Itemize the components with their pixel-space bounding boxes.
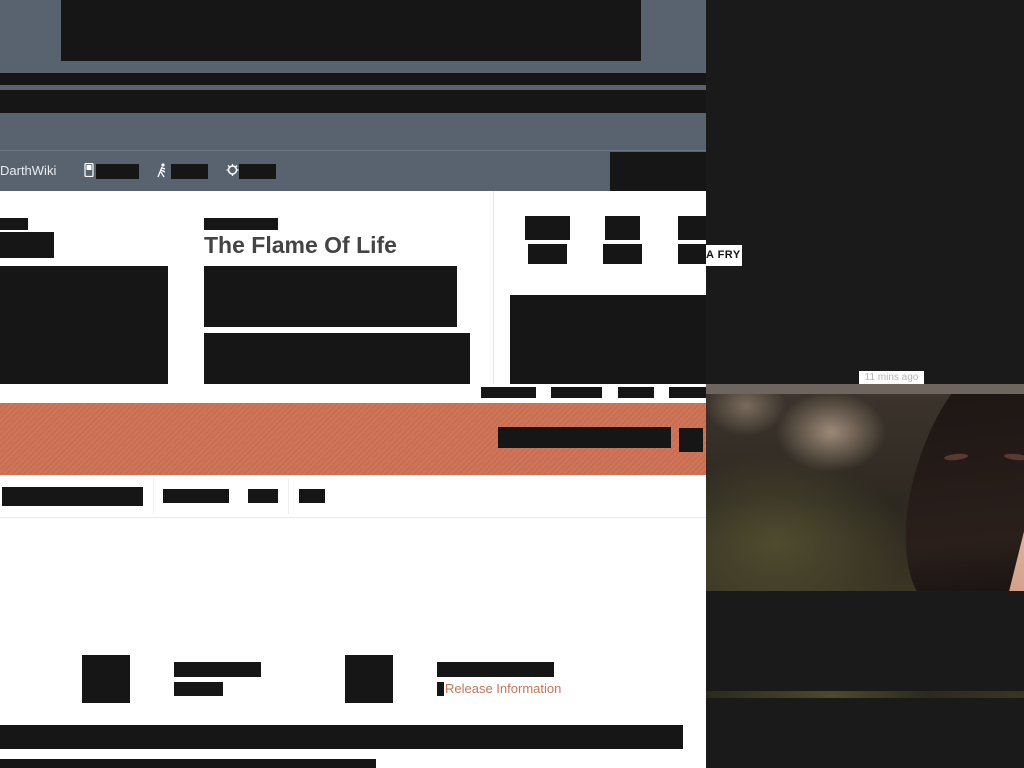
stat-value-1 <box>525 216 570 240</box>
info-value-1[interactable] <box>174 682 223 696</box>
article-kicker <box>204 218 278 230</box>
wiki-page: DarthWiki The Flame Of Life Release Info… <box>0 0 706 768</box>
header-banner <box>61 0 641 61</box>
right-panel-block[interactable] <box>510 295 706 384</box>
phone-icon[interactable] <box>83 162 95 178</box>
column-divider <box>493 191 494 384</box>
video-frame-hair <box>884 394 1024 591</box>
side-label: A FRY <box>706 245 742 266</box>
tab-2[interactable] <box>163 489 229 503</box>
info-icon-1 <box>82 655 130 703</box>
footer-link-4[interactable] <box>669 387 706 398</box>
stat-value-3 <box>678 216 706 240</box>
stat-label-3 <box>678 244 706 264</box>
tab-separator <box>153 478 154 514</box>
stat-label-1 <box>528 244 567 264</box>
footer-link-2[interactable] <box>551 387 602 398</box>
article-title: The Flame Of Life <box>204 232 397 258</box>
nav-logo-link[interactable]: DarthWiki <box>0 163 56 178</box>
stat-value-2 <box>605 216 640 240</box>
left-label-1 <box>0 218 28 230</box>
tab-3[interactable] <box>248 489 278 503</box>
video-player[interactable] <box>706 394 1024 591</box>
header-strip-2 <box>0 90 706 113</box>
tab-separator <box>288 478 289 514</box>
timestamp-badge: 11 mins ago <box>859 371 924 385</box>
promo-text[interactable] <box>498 427 671 448</box>
bottom-bar-1 <box>0 725 683 749</box>
footer-link-1[interactable] <box>481 387 536 398</box>
nav-item-2[interactable] <box>171 164 208 179</box>
nav-item-3[interactable] <box>239 164 276 179</box>
info-marker <box>437 682 444 696</box>
walking-figure-icon[interactable] <box>156 163 168 178</box>
left-label-2[interactable] <box>0 232 54 258</box>
nav-item-1[interactable] <box>96 164 139 179</box>
promo-button[interactable] <box>679 428 703 452</box>
stat-label-2 <box>603 244 642 264</box>
footer-link-3[interactable] <box>618 387 654 398</box>
info-title-1 <box>174 662 261 677</box>
release-information-link[interactable]: Release Information <box>445 681 561 696</box>
left-image[interactable] <box>0 266 168 384</box>
article-description <box>204 333 470 384</box>
video-progress-strip[interactable] <box>706 691 1024 698</box>
info-icon-2 <box>345 655 393 703</box>
header-strip-1 <box>0 73 706 85</box>
video-player-header <box>706 384 1024 394</box>
article-summary <box>204 266 457 327</box>
nav-right-block[interactable] <box>610 152 706 191</box>
tab-4[interactable] <box>299 489 325 503</box>
tab-1[interactable] <box>2 487 143 506</box>
info-title-2 <box>437 662 554 677</box>
gear-bug-icon[interactable] <box>226 163 239 178</box>
bottom-bar-2 <box>0 759 376 768</box>
